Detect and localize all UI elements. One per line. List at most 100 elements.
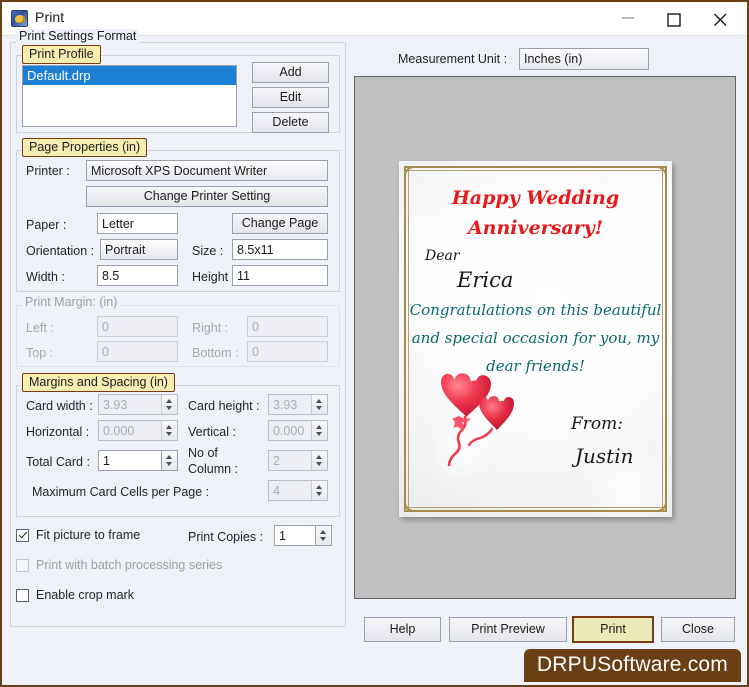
printer-select[interactable]: Microsoft XPS Document Writer — [86, 160, 328, 181]
no-of-column-stepper[interactable]: 2 — [268, 450, 328, 471]
heart-balloons-icon — [437, 367, 529, 467]
close-window-button[interactable] — [698, 2, 744, 34]
page-properties-title: Page Properties (in) — [22, 138, 148, 157]
size-input[interactable]: 8.5x11 — [232, 239, 328, 260]
print-copies-label: Print Copies : — [188, 530, 264, 544]
watermark: DRPUSoftware.com — [523, 649, 741, 682]
card-message-line2: and special occasion for you, my — [411, 329, 660, 347]
stepper-down-icon[interactable] — [316, 492, 322, 496]
fit-picture-label: Fit picture to frame — [36, 528, 141, 542]
card-recipient-name: Erica — [457, 268, 514, 292]
delete-profile-button[interactable]: Delete — [252, 112, 329, 133]
stepper-down-icon[interactable] — [316, 406, 322, 410]
close-icon — [714, 13, 727, 26]
app-icon — [11, 10, 28, 27]
print-settings-format-title: Print Settings Format — [16, 29, 140, 43]
edit-profile-button[interactable]: Edit — [252, 87, 329, 108]
print-copies-stepper[interactable]: 1 — [274, 525, 332, 546]
print-preview-button[interactable]: Print Preview — [449, 617, 567, 642]
stepper-down-icon[interactable] — [166, 406, 172, 410]
stepper-up-icon[interactable] — [320, 530, 326, 534]
add-profile-button[interactable]: Add — [252, 62, 329, 83]
card-from-label: From: — [571, 414, 624, 434]
paper-input[interactable]: Letter — [97, 213, 178, 234]
stepper-down-icon[interactable] — [316, 462, 322, 466]
vertical-stepper[interactable]: 0.000 — [268, 420, 328, 441]
print-copies-value: 1 — [279, 529, 286, 543]
card-corner-top-left — [404, 166, 424, 186]
change-printer-setting-button[interactable]: Change Printer Setting — [86, 186, 328, 207]
margin-left-label: Left : — [26, 321, 54, 335]
horizontal-stepper[interactable]: 0.000 — [98, 420, 178, 441]
no-of-column-label: No of Column : — [188, 446, 239, 476]
card-preview-panel[interactable]: Happy Wedding Anniversary! Dear Erica Co… — [354, 76, 736, 599]
greeting-card: Happy Wedding Anniversary! Dear Erica Co… — [399, 161, 672, 517]
card-width-stepper[interactable]: 3.93 — [98, 394, 178, 415]
stepper-up-icon[interactable] — [316, 485, 322, 489]
max-cells-value: 4 — [273, 484, 280, 498]
stepper-down-icon[interactable] — [316, 432, 322, 436]
total-card-label: Total Card : — [26, 455, 90, 469]
stepper-up-icon[interactable] — [166, 455, 172, 459]
stepper-buttons[interactable] — [161, 421, 177, 440]
card-corner-bottom-right — [647, 492, 667, 512]
stepper-buttons[interactable] — [311, 395, 327, 414]
stepper-buttons[interactable] — [161, 451, 177, 470]
card-height-label: Card height : — [188, 399, 260, 413]
width-label: Width : — [26, 270, 65, 284]
minimize-icon — [622, 17, 634, 19]
max-cells-stepper[interactable]: 4 — [268, 480, 328, 501]
checkbox-box[interactable] — [16, 528, 29, 542]
margin-bottom-label: Bottom : — [192, 346, 239, 360]
measurement-unit-value: Inches (in) — [524, 52, 583, 66]
stepper-buttons[interactable] — [315, 526, 331, 545]
batch-processing-checkbox[interactable]: Print with batch processing series — [16, 558, 222, 572]
stepper-up-icon[interactable] — [166, 399, 172, 403]
horizontal-value: 0.000 — [103, 424, 135, 438]
stepper-buttons[interactable] — [161, 395, 177, 414]
height-input[interactable]: 11 — [232, 265, 328, 286]
fit-picture-checkbox[interactable]: Fit picture to frame — [16, 528, 140, 542]
printer-select-value: Microsoft XPS Document Writer — [91, 164, 268, 178]
card-sender-name: Justin — [575, 444, 634, 468]
stepper-up-icon[interactable] — [316, 399, 322, 403]
measurement-unit-select[interactable]: Inches (in) — [519, 48, 649, 70]
crop-mark-label: Enable crop mark — [36, 588, 134, 602]
crop-mark-checkbox[interactable]: Enable crop mark — [16, 588, 134, 602]
checkbox-box[interactable] — [16, 558, 29, 572]
maximize-button[interactable] — [652, 2, 698, 34]
maximize-icon — [667, 13, 681, 27]
stepper-down-icon[interactable] — [166, 432, 172, 436]
print-profile-title: Print Profile — [22, 45, 101, 64]
print-button[interactable]: Print — [572, 616, 654, 643]
margin-right-input[interactable]: 0 — [247, 316, 328, 337]
card-width-label: Card width : — [26, 399, 93, 413]
stepper-up-icon[interactable] — [316, 455, 322, 459]
margin-bottom-input[interactable]: 0 — [247, 341, 328, 362]
help-button[interactable]: Help — [364, 617, 441, 642]
change-page-button[interactable]: Change Page — [232, 213, 328, 234]
stepper-down-icon[interactable] — [320, 537, 326, 541]
list-item[interactable]: Default.drp — [23, 66, 236, 85]
stepper-up-icon[interactable] — [316, 425, 322, 429]
margin-left-input[interactable]: 0 — [97, 316, 178, 337]
orientation-select[interactable]: Portrait — [100, 239, 178, 260]
max-cells-label: Maximum Card Cells per Page : — [32, 485, 210, 499]
minimize-button[interactable] — [606, 2, 652, 34]
paper-label: Paper : — [26, 218, 67, 232]
checkbox-box[interactable] — [16, 588, 29, 602]
print-profile-listbox[interactable]: Default.drp — [22, 65, 237, 127]
stepper-up-icon[interactable] — [166, 425, 172, 429]
stepper-down-icon[interactable] — [166, 462, 172, 466]
stepper-buttons[interactable] — [311, 481, 327, 500]
close-button[interactable]: Close — [661, 617, 735, 642]
margin-top-input[interactable]: 0 — [97, 341, 178, 362]
stepper-buttons[interactable] — [311, 451, 327, 470]
card-height-stepper[interactable]: 3.93 — [268, 394, 328, 415]
total-card-stepper[interactable]: 1 — [98, 450, 178, 471]
vertical-value: 0.000 — [273, 424, 305, 438]
width-input[interactable]: 8.5 — [97, 265, 178, 286]
stepper-buttons[interactable] — [311, 421, 327, 440]
card-message-line1: Congratulations on this beautiful — [409, 301, 662, 319]
orientation-label: Orientation : — [26, 244, 95, 258]
